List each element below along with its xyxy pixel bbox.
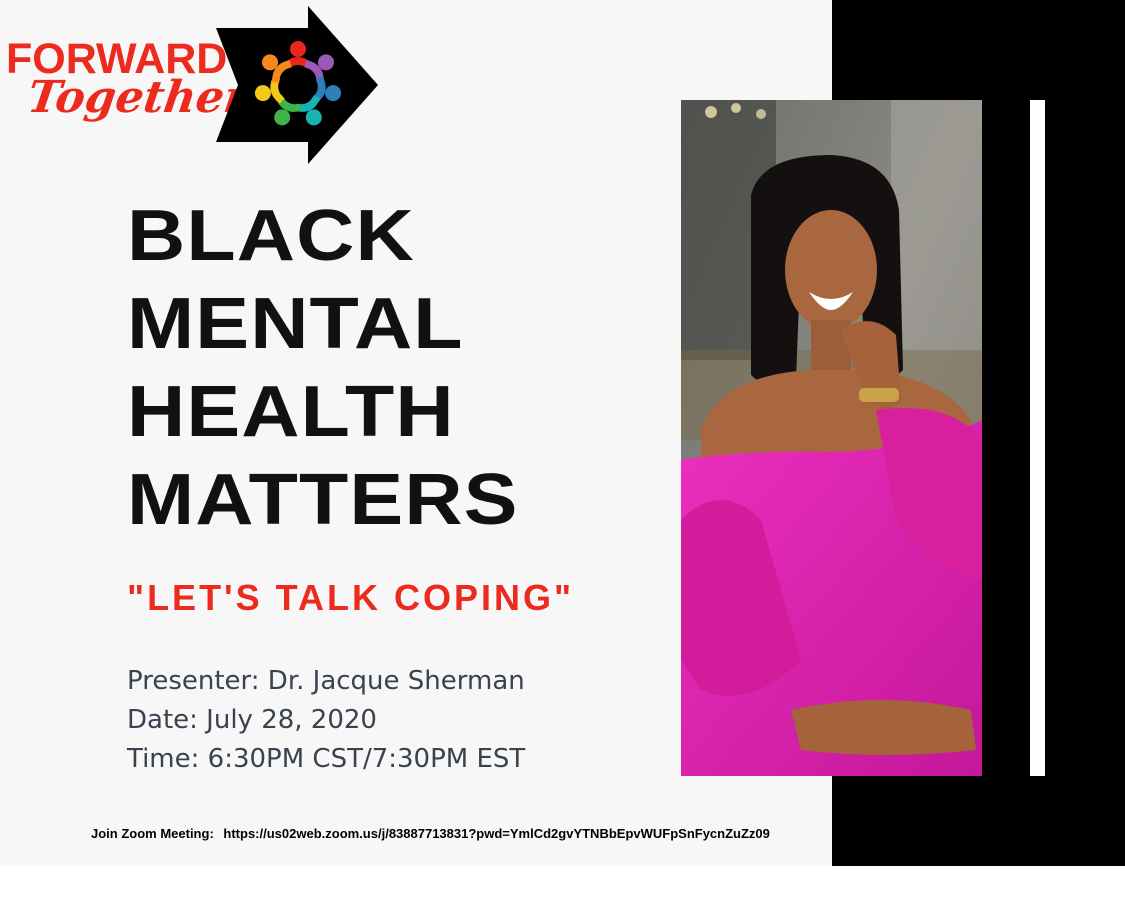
white-accent-strip: [1030, 100, 1045, 776]
headline-line-3: HEALTH: [127, 372, 455, 452]
zoom-meeting-link[interactable]: https://us02web.zoom.us/j/83887713831?pw…: [223, 826, 769, 841]
headline-line-2: MENTAL: [127, 284, 464, 364]
zoom-label: Join Zoom Meeting:: [91, 826, 214, 841]
subheadline: "LET'S TALK COPING": [127, 577, 575, 618]
presenter-text: Presenter: Dr. Jacque Sherman: [127, 666, 525, 696]
headline-line-1: BLACK: [127, 196, 415, 276]
date-text: Date: July 28, 2020: [127, 705, 377, 735]
zoom-meeting-line: Join Zoom Meeting: https://us02web.zoom.…: [91, 826, 770, 841]
circle-of-people-arrow-icon: [216, 6, 378, 164]
presenter-portrait: [681, 100, 982, 776]
flyer: FORWARD Together BLACK MENTAL HEALTH MAT…: [0, 0, 1125, 898]
presenter-photo: [681, 100, 982, 776]
headline-line-4: MATTERS: [127, 460, 519, 540]
time-text: Time: 6:30PM CST/7:30PM EST: [127, 744, 526, 774]
